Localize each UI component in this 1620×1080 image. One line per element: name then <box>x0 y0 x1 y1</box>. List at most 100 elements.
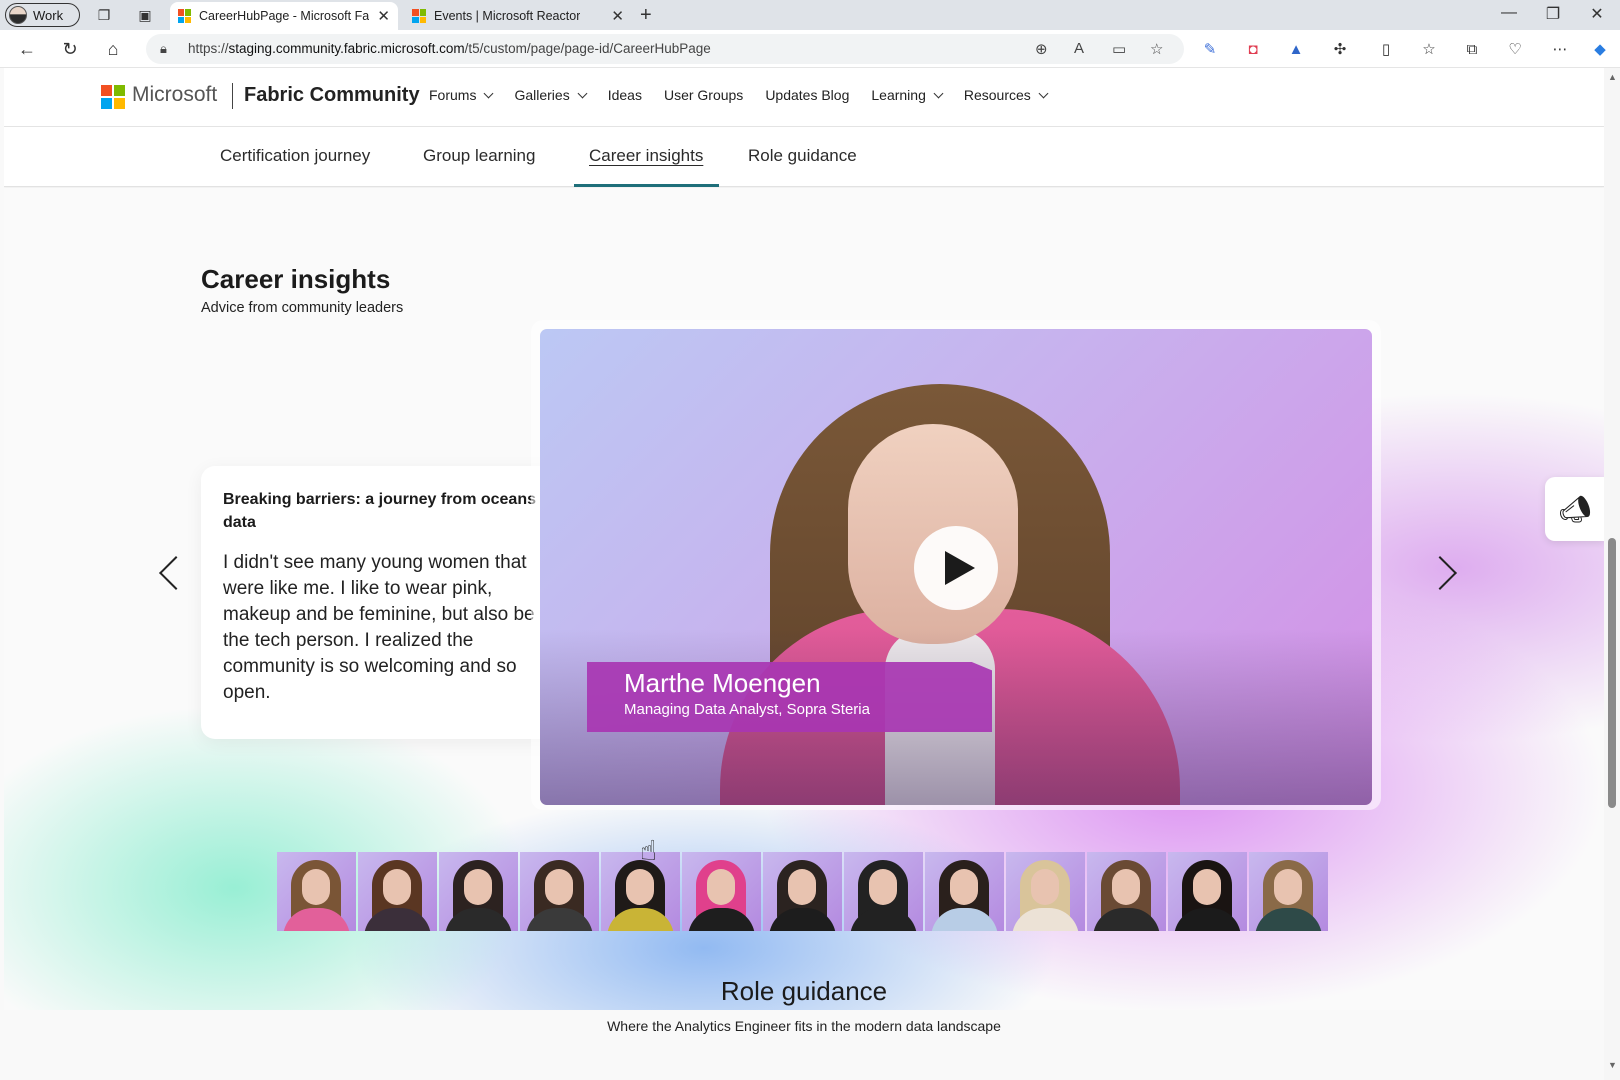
speaker-thumbnail[interactable] <box>358 852 437 931</box>
thumbnail-face <box>383 869 411 905</box>
refresh-icon[interactable]: ↻ <box>59 38 81 60</box>
speaker-thumbnail[interactable] <box>1249 852 1328 931</box>
lock-icon[interactable]: 🔒︎ <box>160 41 167 57</box>
zoom-icon[interactable]: ⊕ <box>1035 40 1048 58</box>
read-aloud-icon[interactable]: A <box>1074 40 1084 57</box>
browser-essentials-icon[interactable]: ♡ <box>1505 39 1525 59</box>
web-page: Microsoft Fabric Community Forums Galleri… <box>4 68 1604 1080</box>
split-screen-icon[interactable]: ▯ <box>1376 39 1396 59</box>
play-icon <box>945 551 975 585</box>
close-window-icon[interactable]: ✕ <box>1582 4 1612 24</box>
quote-text: I didn't see many young women that were … <box>223 552 535 703</box>
speaker-thumbnail[interactable] <box>1087 852 1166 931</box>
active-tab-indicator <box>574 184 719 187</box>
video-player[interactable]: Marthe Moengen Managing Data Analyst, So… <box>540 329 1372 805</box>
subnav-group-learning[interactable]: Group learning <box>423 146 535 166</box>
thumbnail-face <box>1031 869 1059 905</box>
tab-events[interactable]: Events | Microsoft Reactor ✕ <box>404 2 632 30</box>
nav-label: Learning <box>871 87 926 103</box>
immersive-reader-icon[interactable]: ▭ <box>1112 40 1126 58</box>
page-scrollbar[interactable]: ▲ ▼ <box>1604 68 1620 1080</box>
settings-more-icon[interactable]: ⋯ <box>1550 39 1570 59</box>
top-nav: Forums Galleries Ideas User Groups Updates B… <box>429 87 1069 103</box>
nav-updates-blog[interactable]: Updates Blog <box>765 87 849 103</box>
back-icon[interactable]: ← <box>16 38 38 60</box>
speaker-thumbnail[interactable] <box>520 852 599 931</box>
section-subtitle: Advice from community leaders <box>201 300 404 316</box>
career-insights-section: Career insights Advice from community le… <box>4 188 1604 1010</box>
nav-learning[interactable]: Learning <box>871 87 944 103</box>
speaker-thumbnail[interactable] <box>682 852 761 931</box>
favorite-star-icon[interactable]: ☆ <box>1150 40 1163 58</box>
speaker-thumbnail[interactable] <box>1006 852 1085 931</box>
brand-divider <box>232 83 233 109</box>
nav-ideas[interactable]: Ideas <box>608 87 642 103</box>
thumbnail-face <box>869 869 897 905</box>
microsoft-logo-icon[interactable] <box>101 85 125 109</box>
thumbnail-face <box>302 869 330 905</box>
scroll-thumb[interactable] <box>1608 538 1616 808</box>
thumbnail-face <box>626 869 654 905</box>
chevron-down-icon <box>484 88 494 99</box>
favorites-icon[interactable]: ☆ <box>1419 39 1439 59</box>
workspaces-icon[interactable]: ❐ <box>95 6 113 24</box>
nav-label: User Groups <box>663 87 744 103</box>
quote-card: Breaking barriers: a journey from oceans… <box>201 466 578 739</box>
thumbnail-face <box>788 869 816 905</box>
new-tab-icon[interactable]: + <box>640 4 652 27</box>
extensions-puzzle-icon[interactable]: ✣ <box>1330 39 1350 59</box>
close-tab-icon[interactable]: ✕ <box>377 7 390 25</box>
nav-galleries[interactable]: Galleries <box>514 87 588 103</box>
quote-heading: Breaking barriers: a journey from oceans… <box>223 491 556 531</box>
nav-forums[interactable]: Forums <box>429 87 494 103</box>
url-text: https://staging.community.fabric.microso… <box>188 41 711 56</box>
pocket-icon[interactable]: ◘ <box>1243 39 1263 59</box>
site-name[interactable]: Fabric Community <box>244 84 420 107</box>
video-frame: Marthe Moengen Managing Data Analyst, So… <box>531 320 1381 810</box>
thumbnail-face <box>950 869 978 905</box>
subnav-certification-journey[interactable]: Certification journey <box>220 146 370 166</box>
speaker-thumbnail[interactable] <box>763 852 842 931</box>
feedback-button[interactable]: 📣︎ <box>1545 477 1604 541</box>
thumbnail-face <box>1112 869 1140 905</box>
megaphone-icon: 📣︎ <box>1558 493 1592 524</box>
speaker-role: Managing Data Analyst, Sopra Steria <box>624 701 870 718</box>
speaker-thumbnail[interactable] <box>1168 852 1247 931</box>
close-tab-icon[interactable]: ✕ <box>611 7 624 25</box>
scroll-up-icon[interactable]: ▲ <box>1608 72 1617 82</box>
copilot-icon[interactable]: ◆ <box>1590 39 1610 59</box>
nav-resources[interactable]: Resources <box>964 87 1049 103</box>
tab-careerhub[interactable]: CareerHubPage - Microsoft Fabri ✕ <box>170 2 398 30</box>
chevron-down-icon <box>577 88 588 99</box>
tab-actions-icon[interactable]: ▣ <box>136 6 154 24</box>
microsoft-favicon-icon <box>178 9 191 23</box>
restore-icon[interactable]: ❐ <box>1538 4 1568 24</box>
role-guidance-title: Role guidance <box>720 976 888 1006</box>
chevron-down-icon <box>933 88 944 99</box>
scroll-down-icon[interactable]: ▼ <box>1608 1060 1617 1070</box>
address-bar[interactable]: 🔒︎ https://staging.community.fabric.micr… <box>146 34 1184 64</box>
browser-toolbar: ← ↻ ⌂ 🔒︎ https://staging.community.fabri… <box>0 30 1620 68</box>
minimize-icon[interactable]: — <box>1494 4 1524 22</box>
drive-icon[interactable]: ▲ <box>1286 39 1306 59</box>
speaker-thumbnail[interactable] <box>277 852 356 931</box>
chevron-down-icon <box>1038 88 1049 99</box>
collections-icon[interactable]: ⧉ <box>1462 39 1482 59</box>
home-icon[interactable]: ⌂ <box>102 38 124 60</box>
speaker-thumbnail[interactable] <box>439 852 518 931</box>
brand-text[interactable]: Microsoft <box>132 83 217 107</box>
nav-user-groups[interactable]: User Groups <box>664 87 743 103</box>
nav-label: Updates Blog <box>765 87 850 103</box>
browser-tab-bar: Work ❐ ▣ CareerHubPage - Microsoft Fabri… <box>0 0 1620 30</box>
thumbnail-face <box>464 869 492 905</box>
subnav-career-insights[interactable]: Career insights <box>589 146 703 166</box>
role-guidance-subtitle: Where the Analytics Engineer fits in the… <box>607 1018 1001 1034</box>
play-button[interactable] <box>914 526 998 610</box>
subnav-role-guidance[interactable]: Role guidance <box>748 146 857 166</box>
extension-pen-icon[interactable]: ✎ <box>1200 39 1220 59</box>
carousel-prev-button[interactable] <box>154 553 188 593</box>
speaker-thumbnail[interactable] <box>925 852 1004 931</box>
carousel-next-button[interactable] <box>1428 553 1462 593</box>
profile-button[interactable]: Work <box>5 3 80 27</box>
speaker-thumbnail[interactable] <box>844 852 923 931</box>
